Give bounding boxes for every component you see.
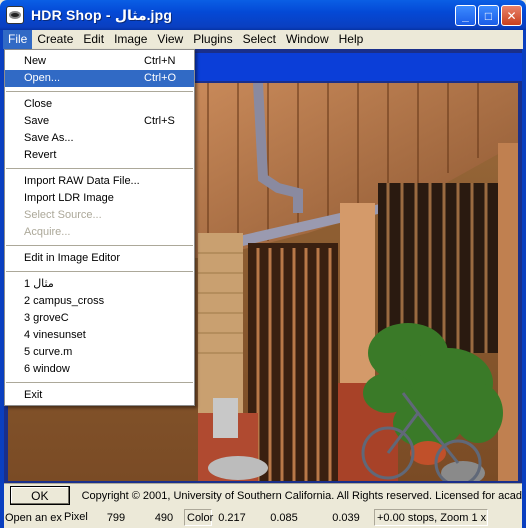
menu-item-exit[interactable]: Exit [5,387,194,404]
ok-button[interactable]: OK [10,486,70,505]
menu-create[interactable]: Create [32,30,78,49]
title-bar: HDR Shop - مثال.jpg _ □ ✕ [0,0,526,30]
menu-item-save-as[interactable]: Save As... [5,130,194,147]
color-g: 0.085 [270,511,298,524]
menu-window[interactable]: Window [281,30,334,49]
recent-file-6[interactable]: 6 window [5,361,194,378]
minimize-button[interactable]: _ [455,5,476,26]
menu-item-import-raw[interactable]: Import RAW Data File... [5,173,194,190]
info-bar: OK Copyright © 2001, University of South… [4,483,522,507]
recent-file-5[interactable]: 5 curve.m [5,344,194,361]
menu-item-edit-in-image-editor[interactable]: Edit in Image Editor [5,250,194,267]
color-b: 0.039 [332,511,360,524]
recent-file-4[interactable]: 4 vinesunset [5,327,194,344]
maximize-button[interactable]: □ [478,5,499,26]
menu-help[interactable]: Help [334,30,369,49]
recent-file-2[interactable]: 2 campus_cross [5,293,194,310]
menu-edit[interactable]: Edit [78,30,109,49]
menu-item-select-source: Select Source... [24,209,102,221]
menu-item-new[interactable]: New Ctrl+N [5,53,194,70]
pixel-y: 490 [154,511,174,524]
menu-item-close[interactable]: Close [5,96,194,113]
menu-item-revert[interactable]: Revert [5,147,194,164]
menu-bar: File Create Edit Image View Plugins Sele… [0,30,526,49]
window-title: HDR Shop - مثال.jpg [31,6,173,23]
window-frame-right [522,49,526,528]
pixel-label: Pixel [64,511,88,523]
copyright-text: Copyright © 2001, University of Southern… [81,489,522,502]
color-label: Color [184,509,213,526]
menu-file[interactable]: File [3,30,33,49]
menu-separator [6,91,193,92]
close-button[interactable]: ✕ [501,5,522,26]
pixel-x: 799 [106,511,126,524]
menu-separator [6,168,193,169]
menu-select[interactable]: Select [238,30,281,49]
menu-image[interactable]: Image [109,30,152,49]
menu-separator [6,382,193,383]
color-r: 0.217 [218,511,246,524]
recent-file-3[interactable]: 3 groveC [5,310,194,327]
status-bar: Open an ex Pixel 799 490 Color 0.217 0.0… [4,507,522,528]
menu-item-import-ldr[interactable]: Import LDR Image [5,190,194,207]
menu-separator [6,271,193,272]
menu-item-acquire: Acquire... [24,226,71,238]
app-icon[interactable] [6,6,24,24]
menu-item-open[interactable]: Open... Ctrl+O [5,70,194,87]
file-menu-dropdown: New Ctrl+N Open... Ctrl+O Close Save Ctrl+S… [4,49,195,406]
recent-file-1[interactable]: 1 مثال [5,276,194,293]
menu-plugins[interactable]: Plugins [188,30,237,49]
zoom-status: +0.00 stops, Zoom 1 x [374,509,488,526]
status-hint: Open an ex [5,511,62,524]
menu-item-save[interactable]: Save Ctrl+S [5,113,194,130]
menu-view[interactable]: View [152,30,188,49]
menu-separator [6,245,193,246]
